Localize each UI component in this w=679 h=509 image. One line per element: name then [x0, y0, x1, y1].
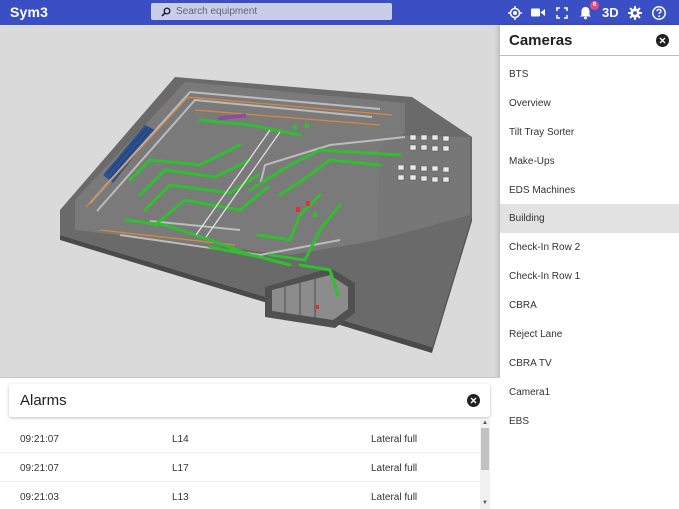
notification-count-badge: 6 — [590, 1, 599, 10]
alarms-panel-header: Alarms — [9, 384, 490, 417]
camera-item[interactable]: Tilt Tray Sorter — [500, 118, 679, 147]
camera-item[interactable]: EBS — [500, 407, 679, 436]
cameras-panel-header: Cameras — [500, 25, 679, 56]
alarm-code: L17 — [172, 463, 189, 474]
camera-item-label: EBS — [509, 415, 530, 427]
camera-item[interactable]: CBRA TV — [500, 349, 679, 378]
alarm-code: L13 — [172, 492, 189, 503]
scroll-thumb[interactable] — [481, 428, 489, 470]
facility-3d-model[interactable] — [0, 25, 500, 377]
crosshair-icon[interactable] — [507, 5, 522, 20]
camera-item-label: Reject Lane — [509, 328, 563, 340]
camera-item[interactable]: Overview — [500, 89, 679, 118]
alarm-code: L14 — [172, 434, 189, 445]
camera-item-label: Check-In Row 1 — [509, 271, 581, 283]
search-input[interactable] — [176, 6, 376, 17]
camera-item-label: Make-Ups — [509, 155, 555, 167]
camera-item[interactable]: Camera1 — [500, 378, 679, 407]
video-camera-icon[interactable] — [530, 5, 545, 20]
camera-item-label: Camera1 — [509, 386, 551, 398]
alarms-panel-title: Alarms — [20, 392, 67, 409]
cameras-panel-title: Cameras — [509, 32, 573, 49]
3d-viewport[interactable] — [0, 25, 500, 377]
camera-item-label: CBRA — [509, 300, 537, 312]
gear-icon[interactable] — [627, 5, 642, 20]
camera-item[interactable]: BTS — [500, 60, 679, 89]
alarm-row[interactable]: 09:21:07 L17 Lateral full — [0, 453, 480, 482]
alarm-message: Lateral full — [371, 463, 418, 474]
close-icon[interactable] — [467, 394, 480, 407]
camera-item-selected[interactable]: Building — [500, 204, 679, 234]
camera-item[interactable]: Make-Ups — [500, 147, 679, 176]
camera-item[interactable]: Reject Lane — [500, 320, 679, 349]
help-icon[interactable] — [651, 5, 666, 20]
camera-item-label: Tilt Tray Sorter — [509, 126, 575, 138]
alarm-time: 09:21:03 — [20, 492, 59, 503]
alarm-time: 09:21:07 — [20, 463, 59, 474]
camera-item-label: EDS Machines — [509, 184, 576, 196]
search-icon — [161, 7, 171, 17]
alarm-row[interactable]: 09:21:07 L14 Lateral full — [0, 424, 480, 453]
alarm-row[interactable]: 09:21:03 L13 Lateral full — [0, 482, 480, 509]
search-box[interactable] — [151, 3, 392, 20]
alarm-table: 09:21:07 L14 Lateral full 09:21:07 L17 L… — [0, 424, 480, 509]
alarm-message: Lateral full — [371, 492, 418, 503]
view-mode-3d-toggle[interactable]: 3D — [602, 5, 619, 20]
camera-item-label: Overview — [509, 97, 551, 109]
camera-item[interactable]: Check-In Row 1 — [500, 262, 679, 291]
fullscreen-icon[interactable] — [554, 5, 569, 20]
camera-list: BTS Overview Tilt Tray Sorter Make-Ups E… — [500, 56, 679, 436]
app-brand[interactable]: Sym3 — [10, 4, 48, 20]
camera-item[interactable]: Check-In Row 2 — [500, 233, 679, 262]
scroll-up-icon[interactable]: ▲ — [482, 420, 488, 426]
camera-item[interactable]: CBRA — [500, 291, 679, 320]
camera-item-label: CBRA TV — [509, 357, 552, 369]
alarms-panel: Alarms 09:21:07 L14 Lateral full 09:21:0… — [0, 377, 500, 509]
alarm-message: Lateral full — [371, 434, 418, 445]
camera-item[interactable]: EDS Machines — [500, 176, 679, 205]
top-app-bar: Sym3 Search equipment 6 3D — [0, 0, 679, 25]
close-icon[interactable] — [656, 34, 669, 47]
alarms-scrollbar[interactable]: ▲ ▼ — [480, 420, 490, 509]
camera-item-label: Building — [509, 213, 545, 225]
cameras-panel: Cameras BTS Overview Tilt Tray Sorter Ma… — [500, 25, 679, 509]
camera-item-label: Check-In Row 2 — [509, 242, 581, 254]
camera-item-label: BTS — [509, 68, 529, 80]
scroll-down-icon[interactable]: ▼ — [482, 500, 488, 506]
alarm-time: 09:21:07 — [20, 434, 59, 445]
